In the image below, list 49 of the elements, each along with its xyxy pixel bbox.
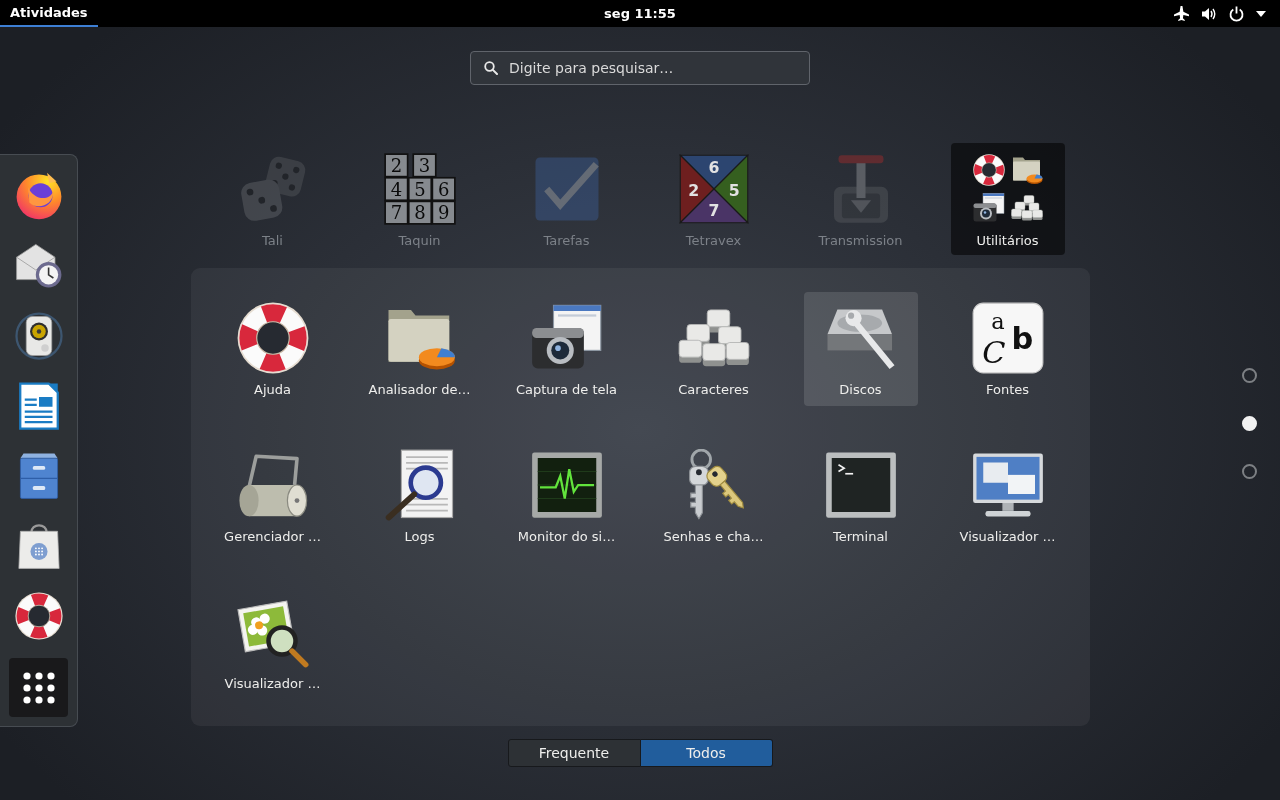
power-icon[interactable]	[1229, 5, 1244, 22]
view-tab[interactable]: Todos	[640, 739, 773, 767]
speaker-icon[interactable]	[14, 312, 63, 360]
app-button[interactable]: 2 3 4 5 6 7 8 9 Taquin	[362, 143, 477, 255]
clock[interactable]: seg 11:55	[598, 6, 682, 21]
app-button[interactable]: Analisador de…	[362, 292, 477, 406]
number-tile: 3	[411, 153, 437, 178]
airplane-icon[interactable]	[1174, 6, 1189, 21]
app-button[interactable]: Logs	[362, 439, 477, 553]
app-button[interactable]: Monitor do si…	[509, 439, 624, 553]
number-tile: 4	[383, 176, 408, 202]
fox-globe-icon[interactable]	[14, 172, 63, 220]
app-button[interactable]: Caracteres	[656, 292, 771, 406]
mail-clock-icon[interactable]	[14, 242, 63, 290]
number-tile: 2	[383, 153, 408, 178]
app-button[interactable]: Visualizador …	[215, 586, 330, 700]
page-dot[interactable]	[1242, 368, 1257, 383]
app-button[interactable]: 6 2 5 7 Tetravex	[656, 143, 771, 255]
search-field[interactable]: Digite para pesquisar…	[470, 51, 810, 85]
number-tile: 6	[431, 176, 456, 202]
lifebuoy-icon	[236, 302, 309, 374]
number-tile: 9	[431, 200, 456, 225]
search-icon	[484, 61, 498, 75]
number-tile: 7	[383, 200, 408, 225]
app-button[interactable]: Senhas e cha…	[656, 439, 771, 553]
app-button[interactable]: Visualizador …	[950, 439, 1065, 553]
page-dot[interactable]	[1242, 464, 1257, 479]
camera-icon	[972, 192, 1005, 224]
document-magnifier-icon	[383, 449, 456, 521]
app-button[interactable]: Gerenciador …	[215, 439, 330, 553]
activities-button[interactable]: Atividades	[0, 0, 98, 27]
app-folder-button[interactable]: Utilitários	[950, 143, 1065, 255]
app-button[interactable]: Tali	[215, 143, 330, 255]
lifebuoy-icon	[972, 154, 1005, 186]
lifebuoy-icon[interactable]	[14, 592, 63, 640]
show-apps-button[interactable]	[9, 658, 68, 717]
volume-icon[interactable]	[1201, 5, 1217, 22]
terminal-icon	[824, 449, 897, 521]
caret-icon[interactable]	[1256, 10, 1266, 17]
grid-icon	[22, 671, 55, 704]
number-tile: 5	[407, 176, 432, 202]
number-tile: 8	[407, 200, 432, 225]
pulse-monitor-icon	[530, 449, 603, 521]
app-button[interactable]: Captura de tela	[509, 292, 624, 406]
app-button[interactable]: Terminal	[803, 439, 918, 553]
keyboard-keys-icon	[1010, 192, 1043, 224]
app-button[interactable]: Discos	[803, 292, 918, 406]
app-button[interactable]: Ajuda	[215, 292, 330, 406]
view-tab[interactable]: Frequente	[507, 739, 641, 767]
